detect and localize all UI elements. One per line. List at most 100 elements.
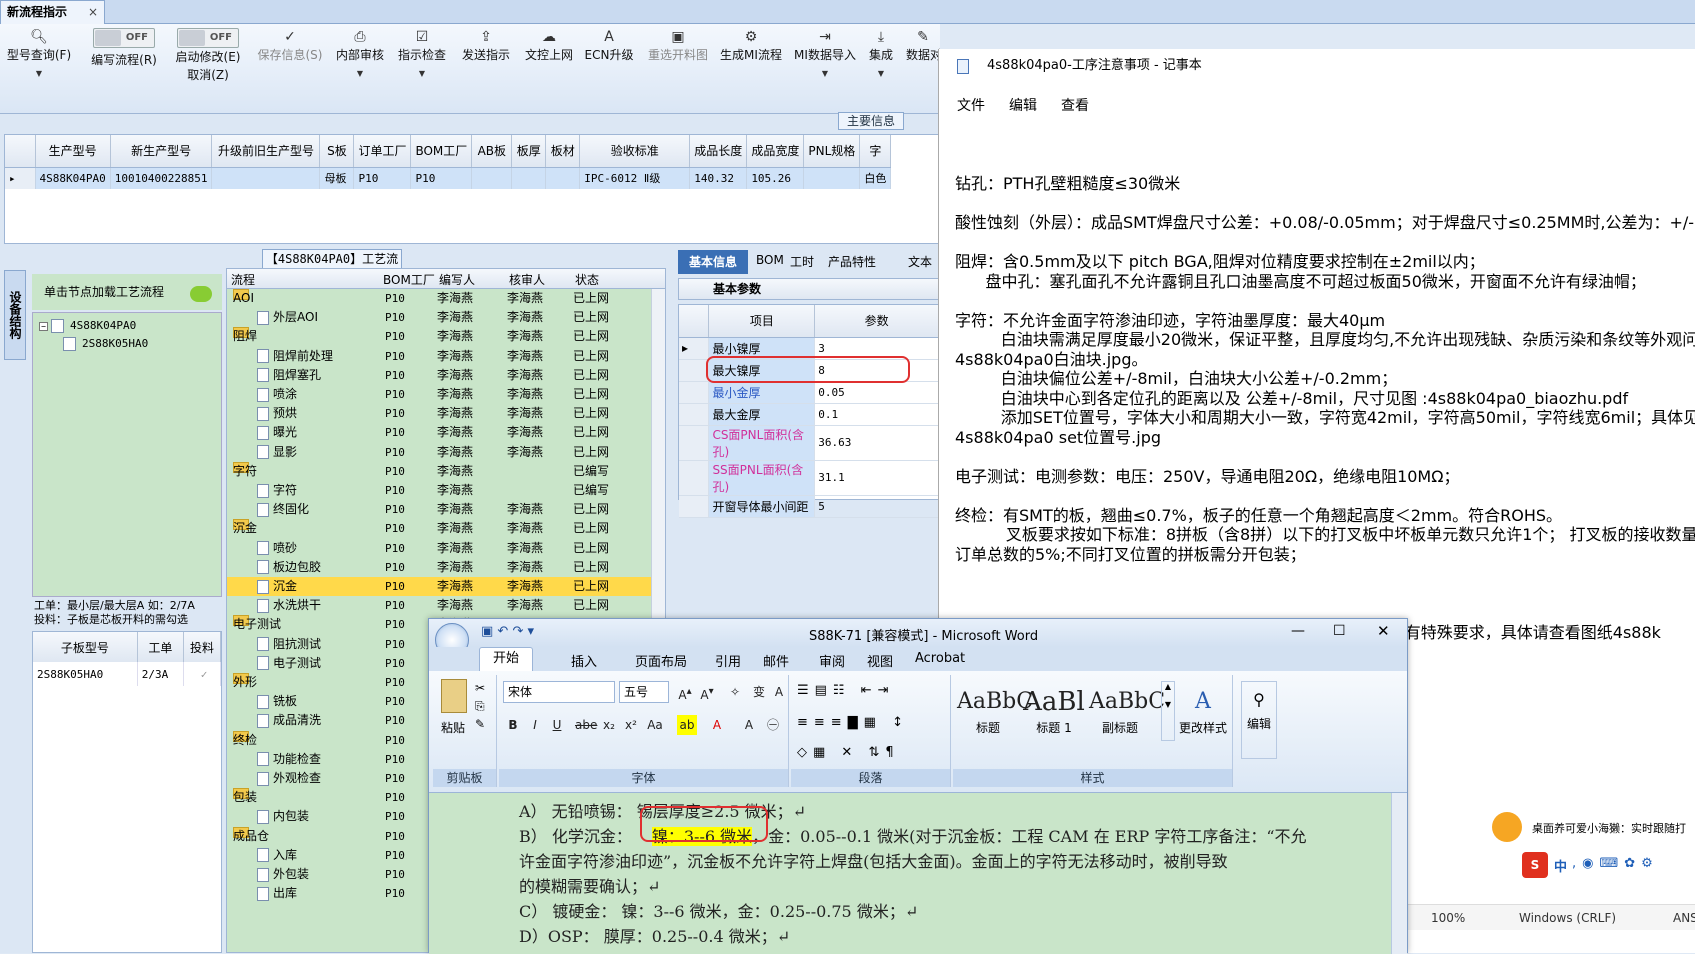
ribbon-tab[interactable]: 插入 bbox=[571, 651, 597, 670]
process-row[interactable]: 阻焊塞孔 P10 李海燕 李海燕 已上网 bbox=[227, 366, 651, 385]
paste-icon[interactable] bbox=[441, 679, 467, 713]
tab-basic-info[interactable]: 基本信息 bbox=[678, 250, 748, 274]
minimize-button[interactable]: — bbox=[1291, 623, 1305, 639]
menu-edit[interactable]: 编辑 bbox=[1009, 95, 1037, 115]
styles-scroll[interactable]: ▲ ▼ bbox=[1161, 681, 1175, 741]
column-header[interactable]: 成品宽度 bbox=[746, 135, 805, 168]
process-row[interactable]: 喷涂 P10 李海燕 李海燕 已上网 bbox=[227, 385, 651, 404]
param-value[interactable]: 0.1 bbox=[814, 403, 939, 426]
write-process-toggle[interactable]: OFF 编写流程(R) bbox=[86, 28, 162, 108]
table-row[interactable]: 最大金厚 0.1 bbox=[679, 403, 939, 426]
process-row[interactable]: −沉金 P10 李海燕 李海燕 已上网 bbox=[227, 519, 651, 538]
doc-online-button[interactable]: ☁ 文控上网 bbox=[522, 28, 576, 108]
column-header[interactable]: PNL规格 bbox=[803, 135, 861, 168]
grow-font-icon[interactable]: A▴ bbox=[675, 682, 695, 702]
reselect-cutting-button[interactable]: ▣ 重选开料图 bbox=[644, 28, 712, 108]
menu-view[interactable]: 查看 bbox=[1061, 95, 1089, 115]
quick-access-icons[interactable]: ▣ ↶ ↷ ▾ bbox=[481, 624, 534, 639]
column-header[interactable]: 订单工厂 bbox=[353, 135, 412, 168]
word-document-area[interactable]: A） 无铅喷锡： 锡层厚度≥2.5 微米；↵ B） 化学沉金： 镍：3--6 微米… bbox=[429, 793, 1391, 954]
font-size-select[interactable]: 五号 bbox=[619, 681, 669, 703]
superscript-icon[interactable]: x² bbox=[621, 715, 641, 735]
process-row[interactable]: −AOI P10 李海燕 李海燕 已上网 bbox=[227, 289, 651, 308]
clipboard-tools[interactable]: ✂ ⎘ ✎ bbox=[475, 679, 485, 733]
send-instruction-button[interactable]: ⇪ 发送指示 bbox=[460, 28, 512, 108]
integrate-button[interactable]: ⤓ 集成 ▼ bbox=[866, 28, 896, 108]
model-query-button[interactable]: 🔍︎ 型号查询(F) ▼ bbox=[4, 28, 74, 108]
param-value[interactable]: 36.63 bbox=[814, 425, 939, 461]
font-name-select[interactable]: 宋体 bbox=[503, 681, 615, 703]
internal-review-button[interactable]: ⎙ 内部审核 ▼ bbox=[334, 28, 386, 108]
process-row[interactable]: 沉金 P10 李海燕 李海燕 已上网 bbox=[227, 577, 651, 596]
ecn-upgrade-button[interactable]: A ECN升级 bbox=[584, 28, 634, 108]
strikethrough-icon[interactable]: abe bbox=[575, 715, 597, 735]
column-header[interactable]: 字 bbox=[859, 135, 892, 168]
style-heading1[interactable]: AaBl 标题 1 bbox=[1023, 685, 1085, 745]
collapse-icon[interactable]: − bbox=[39, 321, 48, 331]
instruction-check-button[interactable]: ☑ 指示检查 ▼ bbox=[396, 28, 448, 108]
start-edit-toggle[interactable]: OFF 启动修改(E) 取消(Z) bbox=[170, 28, 246, 108]
ribbon-tab[interactable]: 开始 bbox=[479, 647, 533, 671]
param-value[interactable]: 31.1 bbox=[814, 460, 939, 496]
paste-label[interactable]: 粘贴 bbox=[441, 719, 465, 736]
highlight-icon[interactable]: ab bbox=[677, 715, 697, 735]
tab-close-icon[interactable]: × bbox=[88, 1, 98, 23]
vertical-scrollbar[interactable] bbox=[1391, 793, 1407, 954]
table-row[interactable]: 2S88K05HA0 2/3A ✓ bbox=[33, 662, 221, 686]
save-info-button[interactable]: ✓ 保存信息(S) bbox=[254, 28, 326, 108]
feed-checkbox[interactable]: ✓ bbox=[183, 662, 221, 686]
column-header[interactable]: 升级前旧生产型号 bbox=[211, 135, 321, 168]
char-shading-icon[interactable]: A bbox=[739, 715, 759, 735]
notepad-text-area[interactable]: 钻孔：PTH孔壁粗糙度≤30微米 酸性蚀刻（外层）：成品SMT焊盘尺寸公差：+0.… bbox=[955, 173, 1695, 642]
tree-node[interactable]: −4S88K04PA0 bbox=[39, 319, 136, 333]
shrink-font-icon[interactable]: A▾ bbox=[697, 682, 717, 702]
toggle-switch[interactable]: OFF bbox=[177, 28, 239, 48]
sogou-logo-icon[interactable]: S bbox=[1522, 852, 1548, 878]
style-title[interactable]: AaBbC 标题 bbox=[957, 685, 1033, 745]
ribbon-tab[interactable]: 引用 bbox=[715, 651, 741, 670]
column-header[interactable]: 新生产型号 bbox=[110, 135, 213, 168]
close-button[interactable]: ✕ bbox=[1377, 622, 1390, 640]
maximize-button[interactable]: ☐ bbox=[1333, 623, 1346, 639]
process-row[interactable]: 喷砂 P10 李海燕 李海燕 已上网 bbox=[227, 539, 651, 558]
phonetic-icon[interactable]: 变 bbox=[749, 682, 769, 702]
column-header[interactable]: 生产型号 bbox=[35, 135, 111, 168]
italic-icon[interactable]: I bbox=[525, 715, 545, 735]
table-row[interactable]: SS面PNL面积(含孔) 31.1 bbox=[679, 460, 939, 496]
column-header[interactable]: AB板 bbox=[471, 135, 513, 168]
tab-bom[interactable]: BOM bbox=[756, 253, 784, 267]
column-header[interactable]: BOM工厂 bbox=[410, 135, 473, 168]
table-row[interactable]: 开窗导体最小间距 5 bbox=[679, 495, 939, 518]
subscript-icon[interactable]: x₂ bbox=[599, 715, 619, 735]
process-row[interactable]: 字符 P10 李海燕 已编写 bbox=[227, 481, 651, 500]
column-header[interactable]: 验收标准 bbox=[579, 135, 691, 168]
tab-text[interactable]: 文本 bbox=[908, 253, 932, 270]
table-row[interactable]: CS面PNL面积(含孔) 36.63 bbox=[679, 425, 939, 461]
process-row[interactable]: −字符 P10 李海燕 已编写 bbox=[227, 461, 651, 481]
vertical-tab-device-structure[interactable]: 设备结构 bbox=[4, 270, 26, 360]
data-compare-button[interactable]: ✎ 数据对比 bbox=[906, 28, 940, 108]
ribbon-tab[interactable]: Acrobat bbox=[915, 651, 965, 666]
param-value[interactable]: 5 bbox=[814, 495, 939, 518]
ime-toolbar-icons[interactable]: ,◉⌨✿⚙ bbox=[1572, 856, 1659, 871]
process-row[interactable]: 终固化 P10 李海燕 李海燕 已上网 bbox=[227, 500, 651, 519]
tab-hours[interactable]: 工时 bbox=[790, 253, 814, 270]
process-row[interactable]: 板边包胶 P10 李海燕 李海燕 已上网 bbox=[227, 558, 651, 577]
ribbon-tab[interactable]: 视图 bbox=[867, 651, 893, 670]
clear-format-icon[interactable]: ✧ bbox=[725, 682, 745, 702]
underline-icon[interactable]: U bbox=[547, 715, 567, 735]
table-row[interactable]: 最小金厚 0.05 bbox=[679, 381, 939, 404]
ime-mode[interactable]: 中 bbox=[1554, 856, 1567, 875]
process-row[interactable]: 曝光 P10 李海燕 李海燕 已上网 bbox=[227, 423, 651, 442]
change-case-icon[interactable]: Aa bbox=[645, 715, 665, 735]
process-row[interactable]: −阻焊 P10 李海燕 李海燕 已上网 bbox=[227, 327, 651, 346]
column-header[interactable]: S板 bbox=[319, 135, 355, 168]
style-subtitle[interactable]: AaBbC 副标题 bbox=[1089, 685, 1165, 745]
menu-file[interactable]: 文件 bbox=[957, 95, 985, 115]
shading-icons[interactable]: ◇▦ ✕ ⇅¶ bbox=[797, 745, 900, 760]
table-row[interactable]: ▸ 4S88K04PA0 10010400228851 母板 P10 P10 IPC-60… bbox=[5, 167, 892, 189]
editing-button[interactable]: ⚲ 编辑 bbox=[1241, 681, 1277, 759]
process-row[interactable]: 外层AOI P10 李海燕 李海燕 已上网 bbox=[227, 308, 651, 327]
enclose-char-icon[interactable]: ㊀ bbox=[763, 715, 783, 735]
ribbon-tab[interactable]: 审阅 bbox=[819, 651, 845, 670]
